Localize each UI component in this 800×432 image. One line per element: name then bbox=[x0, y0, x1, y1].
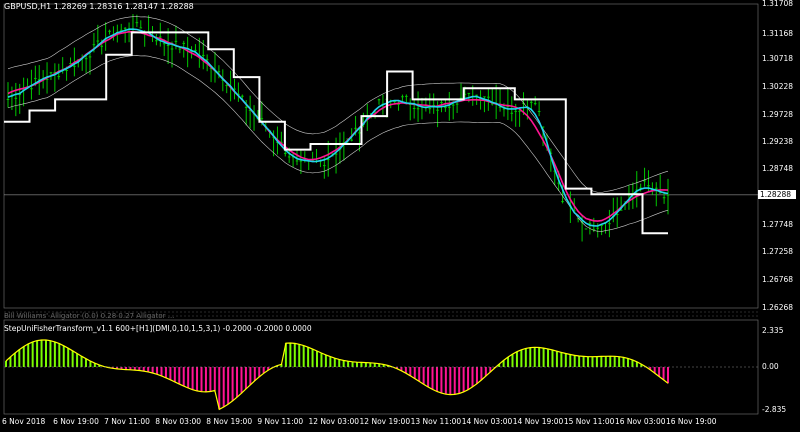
time-tick-label: 8 Nov 03:00 bbox=[155, 417, 202, 426]
current-price-label: 1.28288 bbox=[758, 189, 796, 199]
price-tick-label: 1.27258 bbox=[762, 247, 794, 257]
price-tick-label: 1.28748 bbox=[762, 164, 794, 174]
time-tick-label: 14 Nov 03:00 bbox=[461, 417, 513, 426]
indicator-tick-label: 2.335 bbox=[762, 326, 784, 335]
time-tick-label: 13 Nov 11:00 bbox=[410, 417, 462, 426]
price-tick-label: 1.26268 bbox=[762, 302, 794, 312]
time-tick-label: 6 Nov 19:00 bbox=[53, 417, 99, 426]
envelope-upper bbox=[7, 16, 669, 193]
price-pane-frame bbox=[3, 3, 759, 309]
indicator-tick-label: 0.00 bbox=[762, 362, 779, 371]
time-tick-label: 15 Nov 11:00 bbox=[563, 417, 615, 426]
time-tick-label: 16 Nov 19:00 bbox=[666, 417, 717, 426]
time-tick-label: 9 Nov 11:00 bbox=[257, 417, 304, 426]
price-tick-label: 1.30228 bbox=[762, 81, 794, 91]
time-tick-label: 12 Nov 03:00 bbox=[308, 417, 360, 426]
price-tick-label: 1.29238 bbox=[762, 136, 794, 146]
time-tick-label: 16 Nov 03:00 bbox=[614, 417, 666, 426]
price-tick-label: 1.31708 bbox=[762, 0, 794, 9]
time-tick-label: 12 Nov 19:00 bbox=[359, 417, 411, 426]
time-tick-label: 7 Nov 11:00 bbox=[104, 417, 150, 426]
indicator-strip-label: Bill Williams' Alligator (0.0) 0.28 0.27… bbox=[4, 312, 175, 320]
fisher-line bbox=[5, 339, 669, 411]
time-tick-label: 14 Nov 19:00 bbox=[512, 417, 564, 426]
price-tick-label: 1.27748 bbox=[762, 219, 794, 229]
price-tick-label: 1.29728 bbox=[762, 109, 794, 119]
time-tick-label: 6 Nov 2018 bbox=[2, 417, 46, 426]
indicator-title: StepUniFisherTransform_v1.1 600+[H1](DMI… bbox=[4, 324, 312, 333]
chart-window[interactable]: GBPUSD,H1 1.28269 1.28316 1.28147 1.2828… bbox=[0, 0, 800, 432]
price-tick-label: 1.31168 bbox=[762, 29, 794, 39]
price-chart[interactable] bbox=[0, 0, 800, 432]
chart-title: GBPUSD,H1 1.28269 1.28316 1.28147 1.2828… bbox=[4, 2, 194, 11]
price-tick-label: 1.26768 bbox=[762, 274, 794, 284]
price-tick-label: 1.30718 bbox=[762, 54, 794, 64]
indicator-tick-label: -2.835 bbox=[762, 405, 787, 414]
time-tick-label: 8 Nov 19:00 bbox=[206, 417, 253, 426]
